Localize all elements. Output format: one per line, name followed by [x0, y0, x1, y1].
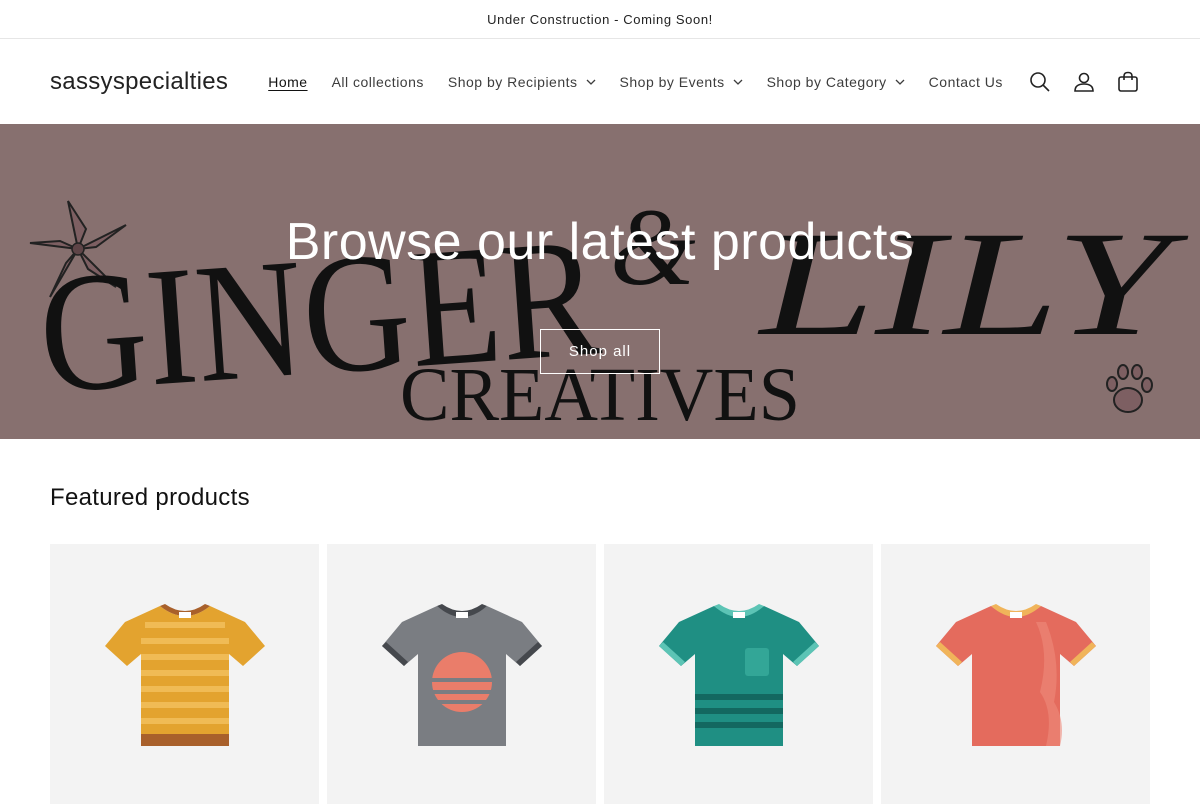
product-grid [50, 544, 1150, 804]
hero-banner: GINGER & LILY CREATIVES Browse our lates… [0, 124, 1200, 439]
product-card[interactable] [604, 544, 873, 804]
chevron-down-icon [895, 79, 905, 85]
gray-sunset-tshirt-icon [381, 604, 542, 746]
product-card[interactable] [50, 544, 319, 804]
nav-label: All collections [331, 73, 424, 90]
main-nav: Home All collections Shop by Recipients … [256, 74, 1015, 90]
nav-item-all-collections[interactable]: All collections [320, 74, 436, 90]
nav-item-shop-by-events[interactable]: Shop by Events [608, 74, 755, 90]
nav-label: Shop by Events [619, 73, 725, 90]
header-icons [1018, 39, 1150, 124]
nav-item-home[interactable]: Home [256, 74, 319, 90]
coral-tshirt-icon [935, 604, 1096, 746]
product-card[interactable] [327, 544, 596, 804]
announcement-text: Under Construction - Coming Soon! [487, 11, 713, 27]
teal-pocket-tshirt-icon [658, 604, 819, 746]
nav-label: Shop by Recipients [447, 73, 578, 90]
account-icon[interactable] [1062, 60, 1106, 104]
shop-all-button[interactable]: Shop all [540, 328, 660, 374]
site-header: sassyspecialties Home All collections Sh… [0, 39, 1200, 124]
nav-label: Shop by Category [766, 73, 887, 90]
chevron-down-icon [733, 79, 743, 85]
nav-item-shop-by-recipients[interactable]: Shop by Recipients [436, 74, 608, 90]
nav-item-shop-by-category[interactable]: Shop by Category [755, 74, 917, 90]
striped-orange-tshirt-icon [104, 604, 265, 746]
hero-content: Browse our latest products Shop all [0, 124, 1200, 439]
hero-title: Browse our latest products [285, 213, 915, 271]
cart-icon[interactable] [1106, 60, 1150, 104]
product-card[interactable] [881, 544, 1150, 804]
nav-item-contact-us[interactable]: Contact Us [917, 74, 1015, 90]
nav-label: Contact Us [928, 73, 1003, 90]
announcement-bar: Under Construction - Coming Soon! [0, 0, 1200, 39]
featured-products-title: Featured products [50, 484, 250, 511]
nav-label: Home [268, 73, 308, 90]
search-icon[interactable] [1018, 60, 1062, 104]
chevron-down-icon [586, 79, 596, 85]
store-logo[interactable]: sassyspecialties [50, 68, 228, 96]
